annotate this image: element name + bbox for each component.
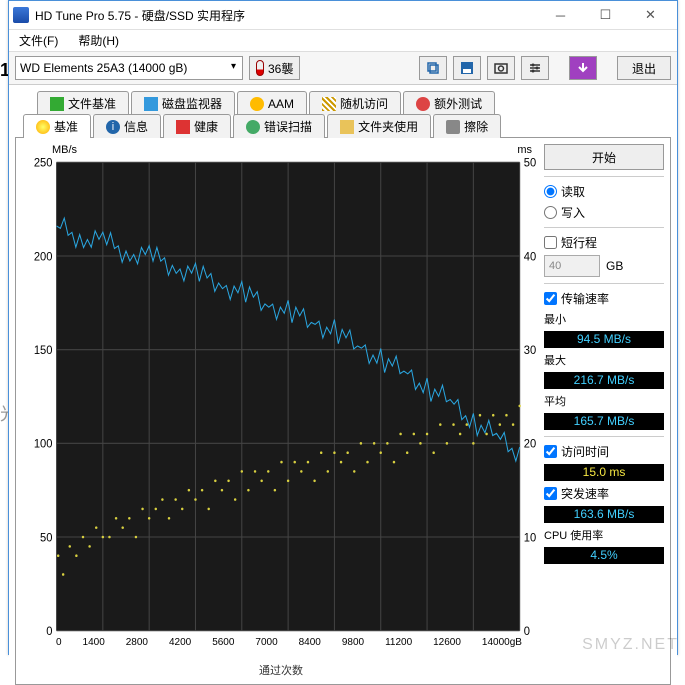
burst-rate-checkbox[interactable]: 突发速率: [544, 485, 664, 502]
tab-label: 文件夹使用: [358, 118, 418, 135]
tab-label: 随机访问: [340, 95, 388, 112]
toolbar-settings-button[interactable]: [521, 56, 549, 80]
tab-文件夹使用[interactable]: 文件夹使用: [327, 114, 431, 138]
tab-随机访问[interactable]: 随机访问: [309, 91, 401, 115]
y-left-label: MB/s: [52, 144, 77, 156]
tab-label: 额外测试: [434, 95, 482, 112]
tab-基准[interactable]: 基准: [23, 114, 91, 138]
ti-bulb-icon: [36, 120, 50, 134]
cpu-label: CPU 使用率: [544, 527, 664, 543]
watermark: SMYZ.NET: [582, 636, 679, 654]
svg-text:0: 0: [46, 626, 52, 635]
min-value: 94.5 MB/s: [544, 331, 664, 348]
access-value: 15.0 ms: [544, 464, 664, 481]
access-time-checkbox[interactable]: 访问时间: [544, 443, 664, 460]
avg-value: 165.7 MB/s: [544, 413, 664, 430]
svg-text:50: 50: [40, 532, 52, 544]
tab-文件基准[interactable]: 文件基准: [37, 91, 129, 115]
app-icon: [13, 7, 29, 23]
tab-错误扫描[interactable]: 错误扫描: [233, 114, 325, 138]
read-radio[interactable]: 读取: [544, 183, 664, 200]
tab-健康[interactable]: 健康: [163, 114, 231, 138]
tab-label: AAM: [268, 97, 294, 111]
svg-text:200: 200: [34, 251, 53, 263]
temperature-value: 36襲: [268, 60, 293, 77]
ti-extra-icon: [416, 97, 430, 111]
ti-info-icon: i: [106, 120, 120, 134]
tab-label: 健康: [194, 118, 218, 135]
exit-button[interactable]: 退出: [617, 56, 671, 80]
ti-blue-icon: [144, 97, 158, 111]
toolbar-save-button[interactable]: [453, 56, 481, 80]
svg-text:30: 30: [524, 345, 536, 357]
short-stroke-value[interactable]: [544, 255, 600, 277]
toolbar-copy-button[interactable]: [419, 56, 447, 80]
ti-spk-icon: [250, 97, 264, 111]
drive-selector[interactable]: WD Elements 25A3 (14000 gB): [15, 56, 243, 80]
svg-text:250: 250: [34, 158, 53, 170]
svg-text:50: 50: [524, 158, 536, 170]
max-value: 216.7 MB/s: [544, 372, 664, 389]
benchmark-chart: 0 0 50 10 100 20 150 30 200 40 250 50: [22, 158, 540, 635]
menu-help[interactable]: 帮助(H): [74, 30, 123, 51]
menu-file[interactable]: 文件(F): [15, 30, 62, 51]
maximize-button[interactable]: ☐: [583, 1, 628, 29]
tab-AAM[interactable]: AAM: [237, 91, 307, 115]
window-title: HD Tune Pro 5.75 - 硬盘/SSD 实用程序: [35, 7, 538, 24]
svg-text:10: 10: [524, 532, 536, 544]
temperature-button[interactable]: 36襲: [249, 56, 300, 80]
toolbar-screenshot-button[interactable]: [487, 56, 515, 80]
short-stroke-checkbox[interactable]: 短行程: [544, 234, 664, 251]
short-stroke-unit: GB: [606, 259, 623, 273]
ti-green-icon: [50, 97, 64, 111]
svg-text:100: 100: [34, 438, 53, 450]
tab-label: 磁盘监视器: [162, 95, 222, 112]
minimize-button[interactable]: ─: [538, 1, 583, 29]
ti-health-icon: [176, 120, 190, 134]
tab-label: 基准: [54, 118, 78, 135]
svg-text:40: 40: [524, 251, 536, 263]
thermometer-icon: [256, 60, 264, 76]
burst-value: 163.6 MB/s: [544, 506, 664, 523]
toolbar-down-button[interactable]: [569, 56, 597, 80]
tab-label: 错误扫描: [264, 118, 312, 135]
svg-text:0: 0: [524, 626, 530, 635]
tab-磁盘监视器[interactable]: 磁盘监视器: [131, 91, 235, 115]
close-button[interactable]: ✕: [628, 1, 673, 29]
tab-信息[interactable]: i 信息: [93, 114, 161, 138]
svg-text:20: 20: [524, 438, 536, 450]
bottom-note: 通过次数: [22, 662, 540, 678]
ti-rand-icon: [322, 97, 336, 111]
svg-text:150: 150: [34, 345, 53, 357]
tab-擦除[interactable]: 擦除: [433, 114, 501, 138]
tab-额外测试[interactable]: 额外测试: [403, 91, 495, 115]
y-right-label: ms: [517, 144, 532, 156]
avg-label: 平均: [544, 393, 664, 409]
start-button[interactable]: 开始: [544, 144, 664, 170]
transfer-rate-checkbox[interactable]: 传输速率: [544, 290, 664, 307]
ti-erase-icon: [446, 120, 460, 134]
tab-label: 信息: [124, 118, 148, 135]
max-label: 最大: [544, 352, 664, 368]
drive-selected: WD Elements 25A3 (14000 gB): [20, 61, 187, 75]
ti-scan-icon: [246, 120, 260, 134]
tab-label: 擦除: [464, 118, 488, 135]
cpu-value: 4.5%: [544, 547, 664, 564]
min-label: 最小: [544, 311, 664, 327]
tab-label: 文件基准: [68, 95, 116, 112]
ti-folder-icon: [340, 120, 354, 134]
write-radio[interactable]: 写入: [544, 204, 664, 221]
